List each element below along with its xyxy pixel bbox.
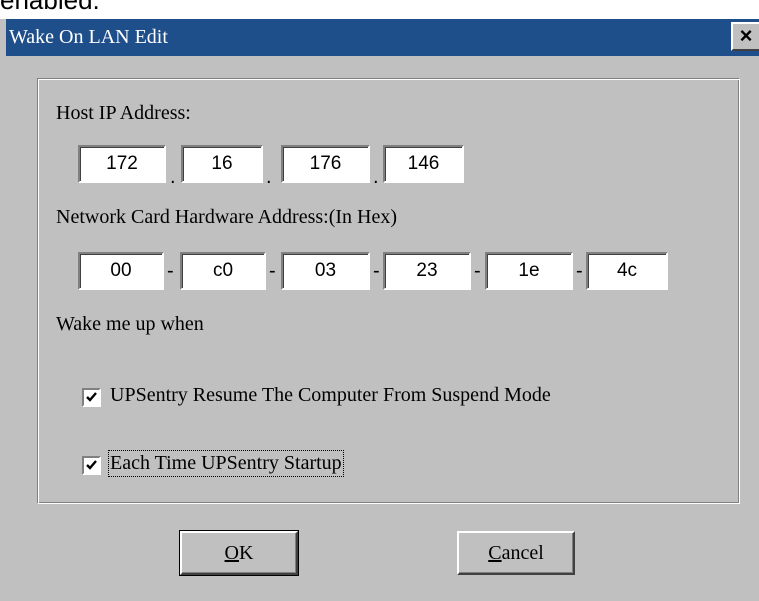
cancel-label-rest: ancel xyxy=(501,542,544,564)
ip-separator: . xyxy=(170,166,176,188)
host-ip-label: Host IP Address: xyxy=(56,102,191,124)
mac-byte-3-input[interactable]: 03 xyxy=(281,252,370,290)
mac-byte-4-input[interactable]: 23 xyxy=(383,252,471,290)
settings-group xyxy=(37,78,740,504)
ip-separator: . xyxy=(373,166,379,188)
mac-separator: - xyxy=(269,260,276,282)
mac-separator: - xyxy=(373,260,380,282)
wake-on-lan-dialog: Wake On LAN Edit × Host IP Address: 172 … xyxy=(0,19,759,601)
close-icon: × xyxy=(739,23,753,48)
ip-octet-3-input[interactable]: 176 xyxy=(281,145,370,183)
ok-mnemonic: O xyxy=(224,542,239,564)
mac-byte-6-input[interactable]: 4c xyxy=(586,252,668,290)
background-text: enabled. xyxy=(0,0,100,15)
startup-option-label[interactable]: Each Time UPSentry Startup xyxy=(108,450,344,477)
mac-byte-1-input[interactable]: 00 xyxy=(78,252,164,290)
title-bar[interactable]: Wake On LAN Edit × xyxy=(6,19,759,56)
cancel-mnemonic: C xyxy=(488,542,502,564)
ip-octet-2-input[interactable]: 16 xyxy=(181,145,263,183)
resume-option-label[interactable]: UPSentry Resume The Computer From Suspen… xyxy=(110,384,551,407)
resume-checkbox[interactable] xyxy=(82,388,101,407)
window-title: Wake On LAN Edit xyxy=(9,26,168,48)
checkmark-icon xyxy=(86,392,97,402)
cancel-button[interactable]: Cancel xyxy=(457,531,575,575)
checkmark-icon xyxy=(86,460,97,470)
startup-checkbox[interactable] xyxy=(82,456,101,475)
mac-byte-5-input[interactable]: 1e xyxy=(485,252,573,290)
mac-separator: - xyxy=(576,260,583,282)
wake-label: Wake me up when xyxy=(56,313,204,335)
mac-byte-2-input[interactable]: c0 xyxy=(180,252,266,290)
mac-separator: - xyxy=(167,260,174,282)
ip-octet-4-input[interactable]: 146 xyxy=(383,145,464,183)
ip-separator: . xyxy=(266,166,272,188)
ip-octet-1-input[interactable]: 172 xyxy=(78,145,166,183)
ok-button[interactable]: OK xyxy=(179,530,299,576)
ok-label-rest: K xyxy=(239,542,254,564)
mac-separator: - xyxy=(474,260,481,282)
close-button[interactable]: × xyxy=(731,22,759,51)
mac-address-label: Network Card Hardware Address:(In Hex) xyxy=(56,206,397,228)
